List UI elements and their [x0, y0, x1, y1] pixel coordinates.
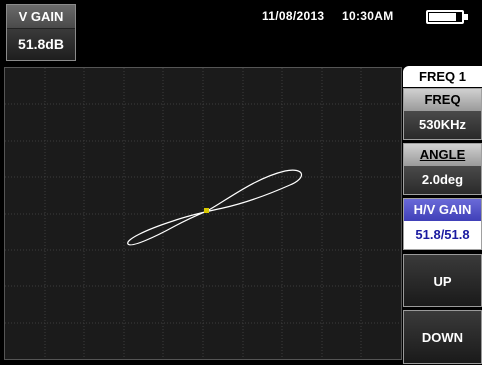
- hvgain-label: H/V GAIN: [404, 199, 481, 221]
- impedance-plot: [5, 68, 401, 359]
- angle-value: 2.0deg: [404, 166, 481, 194]
- hvgain-value: 51.8/51.8: [404, 221, 481, 249]
- freq-label: FREQ: [404, 89, 481, 111]
- battery-tip: [464, 14, 468, 20]
- up-button[interactable]: UP: [403, 254, 482, 307]
- signal-trace: [127, 169, 302, 246]
- battery-icon: [426, 10, 464, 24]
- time-text: 10:30AM: [342, 9, 394, 23]
- status-bar: V GAIN 51.8dB 11/08/2013 10:30AM: [0, 0, 482, 64]
- vgain-label: V GAIN: [7, 5, 75, 28]
- hvgain-control[interactable]: H/V GAIN 51.8/51.8: [403, 198, 482, 250]
- impedance-plane-display: [4, 67, 402, 360]
- angle-control[interactable]: ANGLE 2.0deg: [403, 143, 482, 195]
- angle-label: ANGLE: [404, 144, 481, 166]
- balance-point: [204, 208, 209, 213]
- tab-freq1[interactable]: FREQ 1: [403, 66, 482, 87]
- freq-value: 530KHz: [404, 111, 481, 139]
- vgain-value: 51.8dB: [7, 29, 75, 60]
- freq-control[interactable]: FREQ 530KHz: [403, 88, 482, 140]
- right-menu: FREQ 1 FREQ 530KHz ANGLE 2.0deg H/V GAIN…: [403, 64, 482, 364]
- down-button[interactable]: DOWN: [403, 310, 482, 364]
- battery-level-fill: [429, 13, 457, 21]
- vgain-readout[interactable]: V GAIN 51.8dB: [6, 4, 76, 61]
- datetime: 11/08/2013 10:30AM: [262, 9, 408, 23]
- date-text: 11/08/2013: [262, 9, 325, 23]
- grid: [5, 68, 401, 359]
